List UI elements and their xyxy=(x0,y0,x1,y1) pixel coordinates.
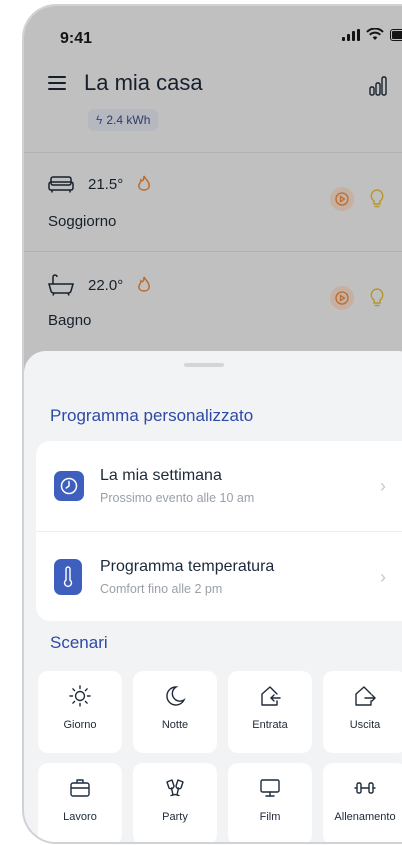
clock-icon xyxy=(54,471,84,501)
scenario-tile-uscita[interactable]: Uscita xyxy=(323,671,402,753)
section-title-custom-program: Programma personalizzato xyxy=(50,406,254,425)
program-item-week[interactable]: La mia settimana Prossimo evento alle 10… xyxy=(36,441,402,531)
program-card: La mia settimana Prossimo evento alle 10… xyxy=(36,441,402,621)
dumbbell-icon xyxy=(354,782,376,794)
scenario-label: Giorno xyxy=(63,719,97,731)
briefcase-icon xyxy=(70,779,90,797)
section-title-scenarios: Scenari xyxy=(50,633,108,652)
chevron-right-icon: › xyxy=(380,475,386,496)
scenario-tile-party[interactable]: Party xyxy=(133,763,217,842)
bottom-sheet: Programma personalizzato La mia settiman… xyxy=(24,351,402,842)
scenario-tile-notte[interactable]: Notte xyxy=(133,671,217,753)
sun-icon xyxy=(69,685,91,707)
cheers-icon xyxy=(166,779,184,797)
program-title: Programma temperatura xyxy=(100,558,275,575)
thermometer-icon xyxy=(54,559,82,595)
scenario-label: Entrata xyxy=(252,719,288,731)
program-item-temperature[interactable]: Programma temperatura Comfort fino alle … xyxy=(36,531,402,622)
scenario-label: Lavoro xyxy=(63,811,97,823)
program-subtitle: Prossimo evento alle 10 am xyxy=(100,491,255,505)
scenario-tile-giorno[interactable]: Giorno xyxy=(38,671,122,753)
sheet-grabber[interactable] xyxy=(184,363,224,367)
program-title: La mia settimana xyxy=(100,467,222,484)
scenario-tile-film[interactable]: Film xyxy=(228,763,312,842)
scenario-tile-lavoro[interactable]: Lavoro xyxy=(38,763,122,842)
enter-home-icon xyxy=(261,686,281,706)
monitor-icon xyxy=(260,779,280,797)
scenario-tile-allenamento[interactable]: Allenamento xyxy=(323,763,402,842)
phone-frame: 9:41 La mia casa ϟ 2.4 kWh 21.5° Soggior… xyxy=(22,4,402,844)
scenario-label: Notte xyxy=(161,719,189,731)
scenario-label: Allenamento xyxy=(334,811,396,823)
exit-home-icon xyxy=(355,686,376,706)
program-subtitle: Comfort fino alle 2 pm xyxy=(100,582,223,596)
scenario-label: Party xyxy=(162,811,188,823)
scenario-label: Film xyxy=(259,811,281,823)
chevron-right-icon: › xyxy=(380,566,386,587)
scenario-tile-entrata[interactable]: Entrata xyxy=(228,671,312,753)
scenario-label: Uscita xyxy=(349,719,381,731)
moon-icon xyxy=(166,686,186,706)
